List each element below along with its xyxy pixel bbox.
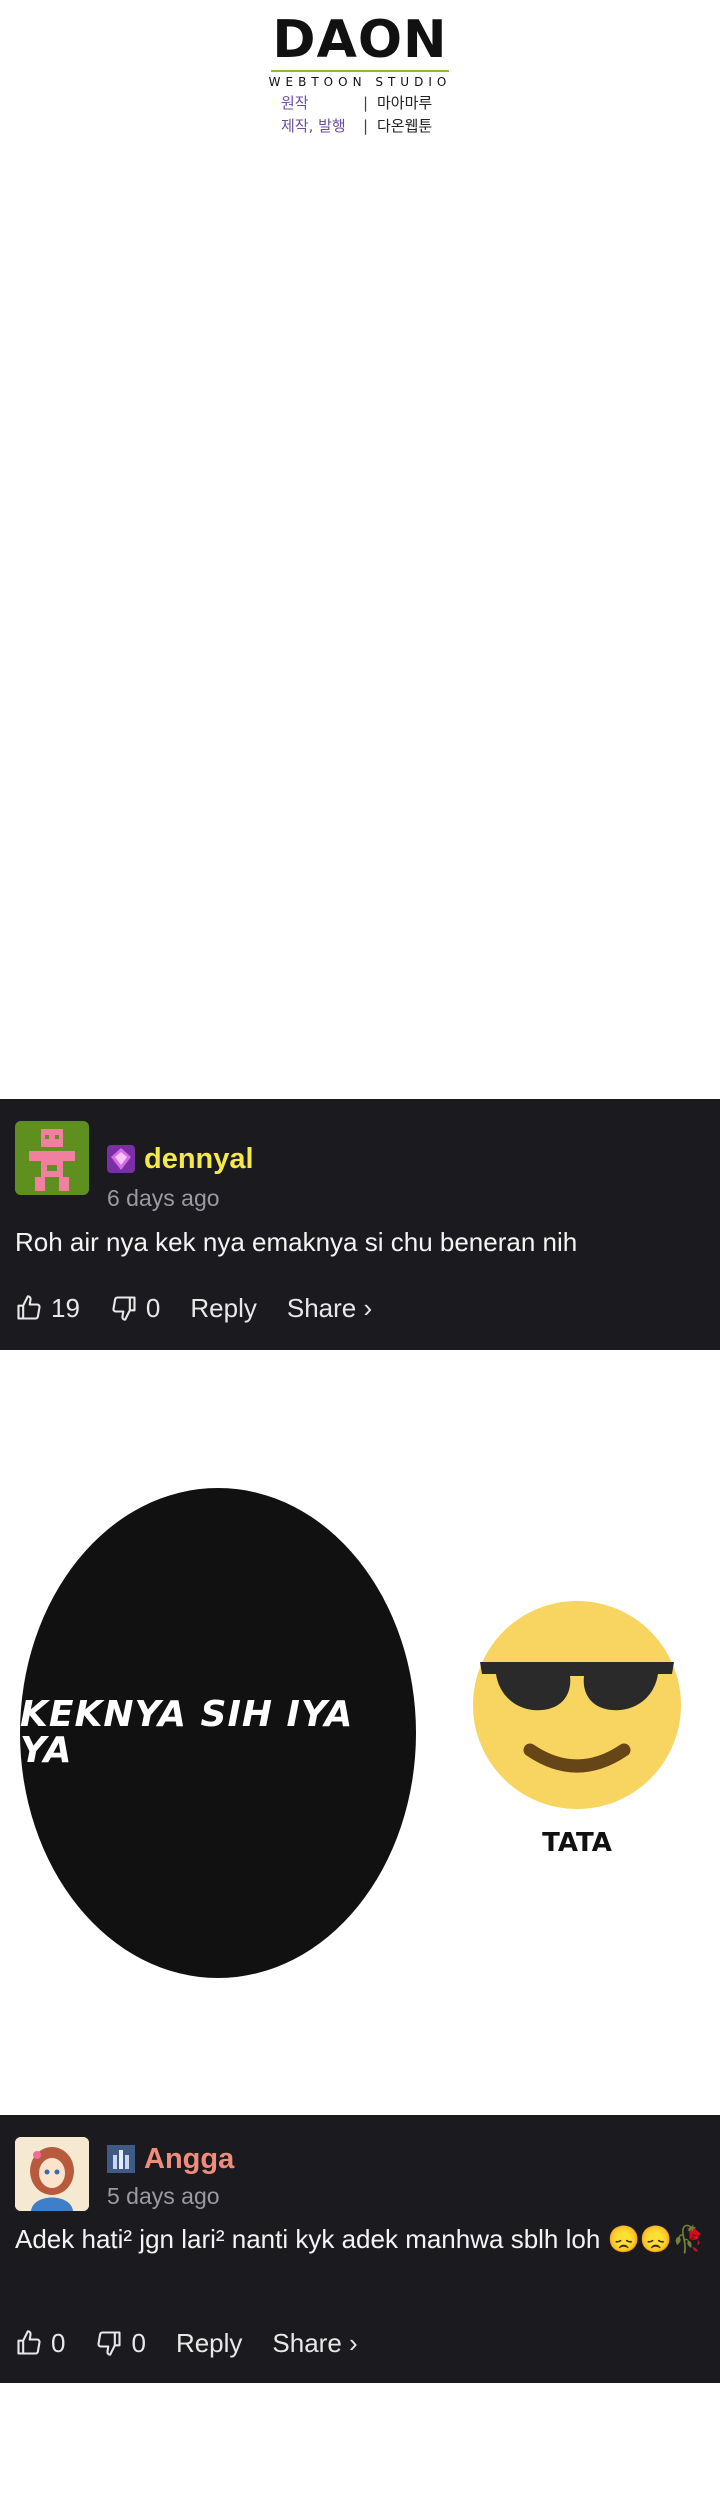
credit-key: 원작 (281, 94, 309, 112)
logo-underline (271, 70, 449, 72)
emoji-caption: TATA (542, 1828, 612, 1858)
share-button[interactable]: Share › (287, 1295, 372, 1321)
studio-logo: DAON WEBTOON STUDIO (0, 14, 720, 88)
credit-separator: | (363, 117, 369, 136)
comment-card: Angga 5 days ago Adek hati² jgn lari² na… (0, 2115, 720, 2383)
thumbs-up-icon (17, 1295, 41, 1320)
comment-username[interactable]: dennyal (144, 1145, 254, 1174)
comment-timestamp: 5 days ago (107, 2183, 220, 2209)
credits: 원작 | 마아마루 제작, 발행 | 다온웹툰 (281, 92, 432, 139)
speech-bubble: KEKNYA SIH IYA YA (20, 1488, 416, 1978)
speech-bubble-text: KEKNYA SIH IYA YA (20, 1694, 354, 1771)
credit-separator: | (363, 94, 369, 112)
comment-actions: 19 0 Reply Share › (15, 1294, 402, 1322)
dislike-count: 0 (131, 2328, 146, 2358)
blue-castle-badge (107, 2145, 135, 2173)
credit-row: 제작, 발행 | 다온웹툰 (281, 115, 432, 138)
credit-value: 마아마루 (377, 94, 433, 112)
thumbs-down-icon (112, 1296, 136, 1321)
like-button[interactable]: 19 (15, 1294, 80, 1322)
dislike-button[interactable]: 0 (110, 1294, 160, 1322)
credit-value: 다온웹툰 (377, 117, 433, 136)
comment-timestamp: 6 days ago (107, 1185, 220, 1211)
thumbs-up-icon (17, 2330, 41, 2355)
like-count: 0 (51, 2328, 66, 2358)
credit-key: 제작, 발행 (281, 117, 346, 136)
reply-button[interactable]: Reply (190, 1295, 256, 1321)
comment-text: Adek hati² jgn lari² nanti kyk adek manh… (15, 2224, 705, 2254)
thumbs-down-icon (97, 2331, 122, 2356)
comment-username[interactable]: Angga (144, 2145, 234, 2174)
like-button[interactable]: 0 (15, 2329, 65, 2357)
reply-button[interactable]: Reply (176, 2330, 242, 2356)
anime-girl-avatar[interactable] (15, 2137, 89, 2211)
dislike-button[interactable]: 0 (95, 2328, 146, 2358)
comment-actions: 0 0 Reply Share › (15, 2329, 388, 2357)
comment-card: dennyal 6 days ago Roh air nya kek nya e… (0, 1099, 720, 1350)
comment-text: Roh air nya kek nya emaknya si chu bener… (15, 1227, 578, 1257)
dislike-count: 0 (145, 1293, 161, 1323)
sunglasses-emoji (473, 1601, 681, 1809)
logo-text: DAON (272, 10, 448, 70)
purple-gem-badge (107, 1145, 135, 1173)
like-count: 19 (51, 1293, 80, 1323)
credit-row: 원작 | 마아마루 (281, 92, 432, 115)
pixel-character-avatar[interactable] (15, 1121, 89, 1195)
logo-subtitle: WEBTOON STUDIO (268, 75, 452, 89)
share-button[interactable]: Share › (272, 2330, 357, 2356)
